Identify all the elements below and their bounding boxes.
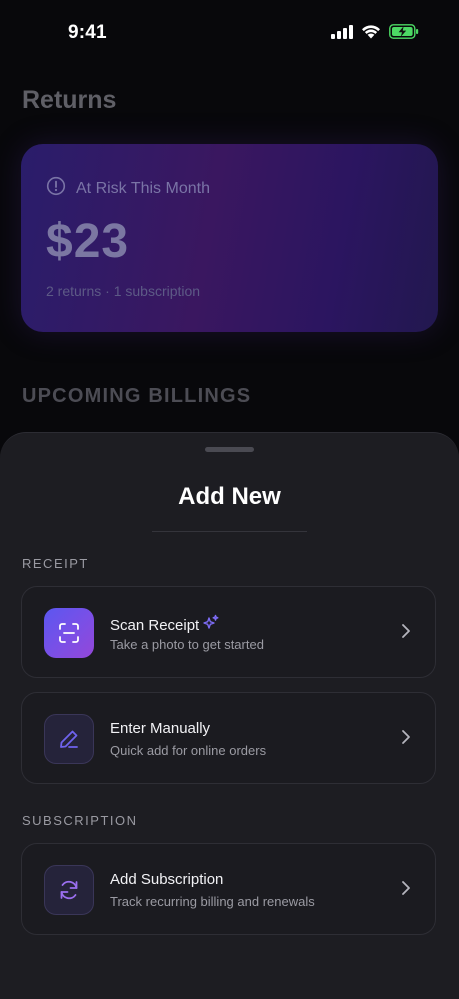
scan-icon xyxy=(44,608,94,658)
status-bar: 9:41 xyxy=(0,0,459,68)
sparkle-icon xyxy=(202,614,220,636)
wifi-icon xyxy=(361,24,381,44)
pencil-icon xyxy=(44,714,94,764)
sheet-title: Add New xyxy=(178,483,281,510)
section-label-subscription: SUBSCRIPTION xyxy=(22,813,138,828)
risk-label-row: At Risk This Month xyxy=(46,176,210,201)
upcoming-billings-heading: UPCOMING BILLINGS xyxy=(22,385,252,407)
add-subscription-subtitle: Track recurring billing and renewals xyxy=(110,894,315,909)
chevron-right-icon xyxy=(401,880,411,901)
refresh-icon xyxy=(44,865,94,915)
risk-label: At Risk This Month xyxy=(76,179,210,197)
battery-charging-icon xyxy=(389,24,419,44)
enter-manually-option[interactable]: Enter Manually Quick add for online orde… xyxy=(21,692,436,784)
enter-manually-subtitle: Quick add for online orders xyxy=(110,743,267,758)
sheet-drag-handle[interactable] xyxy=(205,447,254,452)
at-risk-card[interactable]: At Risk This Month $23 2 returns · 1 sub… xyxy=(21,144,438,332)
page-title: Returns xyxy=(22,86,117,114)
sheet-divider xyxy=(152,531,307,532)
chevron-right-icon xyxy=(401,623,411,644)
scan-receipt-title-row: Scan Receipt xyxy=(110,614,220,636)
add-subscription-title: Add Subscription xyxy=(110,871,224,888)
info-icon xyxy=(46,176,66,201)
add-new-sheet: Add New RECEIPT Scan Receipt Take a phot… xyxy=(0,432,459,999)
scan-receipt-subtitle: Take a photo to get started xyxy=(110,637,264,652)
add-subscription-option[interactable]: Add Subscription Track recurring billing… xyxy=(21,843,436,935)
chevron-right-icon xyxy=(401,729,411,750)
status-time: 9:41 xyxy=(68,22,107,43)
scan-receipt-title: Scan Receipt xyxy=(110,616,200,634)
risk-amount: $23 xyxy=(46,215,130,268)
signal-icon xyxy=(331,24,353,44)
scan-receipt-option[interactable]: Scan Receipt Take a photo to get started xyxy=(21,586,436,678)
enter-manually-title: Enter Manually xyxy=(110,720,211,737)
section-label-receipt: RECEIPT xyxy=(22,556,89,571)
status-icons xyxy=(331,24,419,44)
risk-summary: 2 returns · 1 subscription xyxy=(46,283,201,299)
